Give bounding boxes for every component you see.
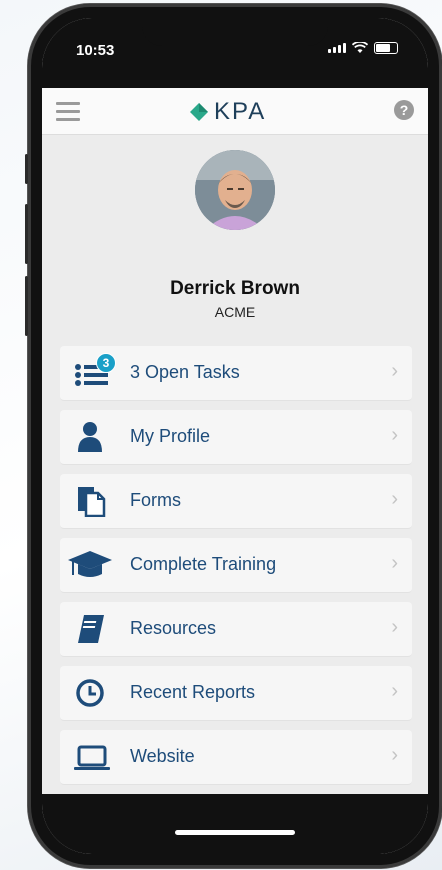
battery-icon <box>374 42 398 54</box>
logo-text: KPA <box>214 98 267 125</box>
status-icons <box>328 42 398 54</box>
chevron-right-icon: › <box>391 360 398 382</box>
menu-item-recent-reports[interactable]: Recent Reports › <box>60 666 412 721</box>
home-indicator-area <box>42 794 428 854</box>
menu-item-label: Forms <box>130 490 181 510</box>
menu-item-resources[interactable]: Resources › <box>60 602 412 657</box>
mute-switch <box>25 154 28 184</box>
menu-item-label: Complete Training <box>130 554 277 574</box>
hamburger-menu-icon[interactable] <box>56 102 80 126</box>
person-icon <box>74 421 114 453</box>
home-indicator[interactable] <box>175 830 295 835</box>
chevron-right-icon: › <box>391 488 398 510</box>
menu-item-complete-training[interactable]: Complete Training › <box>60 538 412 593</box>
chevron-right-icon: › <box>391 680 398 702</box>
book-icon <box>74 613 114 645</box>
notch <box>142 18 328 46</box>
menu-item-label: Recent Reports <box>130 682 256 702</box>
task-list-icon: 3 <box>74 353 116 389</box>
profile-section: Derrick Brown ACME <box>42 134 428 334</box>
avatar-photo <box>195 150 275 230</box>
signal-icon <box>328 43 346 53</box>
menu-item-label: Website <box>130 746 195 766</box>
avatar[interactable] <box>195 150 275 230</box>
volume-up-button <box>25 204 28 264</box>
menu-item-open-tasks[interactable]: 3 3 Open Tasks › <box>60 346 412 401</box>
volume-down-button <box>25 276 28 336</box>
clock-icon <box>74 677 114 709</box>
graduation-cap-icon <box>68 549 114 581</box>
app-header: KPA ? <box>42 88 428 135</box>
wifi-icon <box>352 42 368 53</box>
task-count-badge: 3 <box>96 353 116 373</box>
laptop-icon <box>74 741 114 773</box>
user-name: Derrick Brown <box>170 278 300 299</box>
menu-item-label: 3 Open Tasks <box>130 362 240 382</box>
menu-item-forms[interactable]: Forms › <box>60 474 412 529</box>
chevron-right-icon: › <box>391 744 398 766</box>
kpa-logo: KPA <box>190 98 266 126</box>
menu-item-label: Resources <box>130 618 217 638</box>
chevron-right-icon: › <box>391 616 398 638</box>
status-time: 10:53 <box>76 42 115 59</box>
chevron-right-icon: › <box>391 424 398 446</box>
logo-diamond-icon <box>190 103 208 121</box>
user-company: ACME <box>214 304 256 320</box>
phone-screen: 10:53 KPA ? Derrick Brown ACME 3 3 Open … <box>42 18 428 854</box>
menu-item-label: My Profile <box>130 426 211 446</box>
help-icon[interactable]: ? <box>394 100 414 120</box>
forms-icon <box>74 485 114 518</box>
phone-frame: 10:53 KPA ? Derrick Brown ACME 3 3 Open … <box>25 4 442 868</box>
menu-item-website[interactable]: Website › <box>60 730 412 785</box>
chevron-right-icon: › <box>391 552 398 574</box>
menu-item-my-profile[interactable]: My Profile › <box>60 410 412 465</box>
